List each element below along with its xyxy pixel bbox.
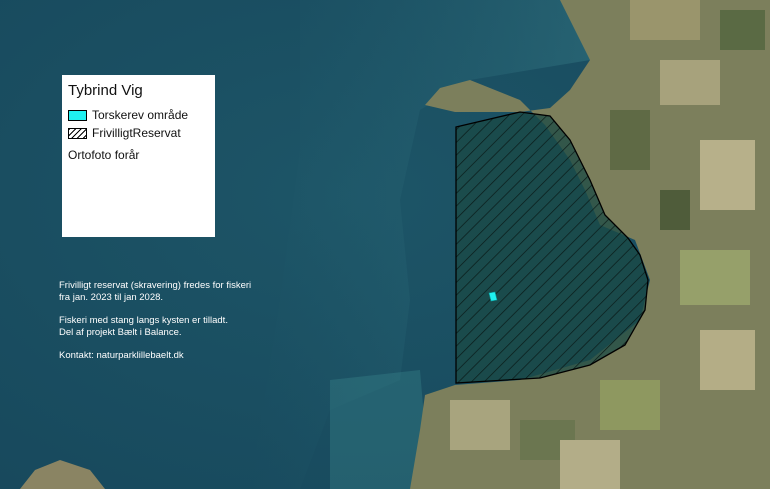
info-line: Kontakt: naturparklillebaelt.dk [59, 350, 184, 361]
field [630, 0, 700, 40]
map-legend: Tybrind Vig Torskerev område FrivilligtR… [62, 75, 215, 237]
info-paragraph-reserve: Frivilligt reservat (skravering) fredes … [59, 280, 279, 304]
legend-item-label: FrivilligtReservat [92, 126, 181, 140]
field [600, 380, 660, 430]
legend-title: Tybrind Vig [68, 82, 143, 99]
info-line: Fiskeri med stang langs kysten er tillad… [59, 315, 228, 326]
map-canvas[interactable] [0, 0, 770, 489]
field [700, 330, 755, 390]
legend-item-reserve: FrivilligtReservat [68, 126, 209, 140]
legend-item-label: Torskerev område [92, 108, 189, 122]
field [610, 110, 650, 170]
info-line: Frivilligt reservat (skravering) fredes … [59, 280, 252, 291]
legend-item-cod-reef: Torskerev område [68, 108, 209, 122]
info-line: fra jan. 2023 til jan 2028. [59, 292, 164, 303]
info-paragraph-contact: Kontakt: naturparklillebaelt.dk [59, 350, 279, 362]
info-text-block: Frivilligt reservat (skravering) fredes … [59, 280, 279, 373]
field [560, 440, 620, 489]
cyan-swatch-icon [68, 109, 87, 121]
legend-basemap-label: Ortofoto forår [68, 148, 140, 162]
info-paragraph-fishing: Fiskeri med stang langs kysten er tillad… [59, 315, 279, 339]
field [660, 60, 720, 105]
info-line: Del af projekt Bælt i Balance. [59, 327, 182, 338]
field [450, 400, 510, 450]
hatch-swatch-icon [68, 127, 87, 139]
field [660, 190, 690, 230]
field [680, 250, 750, 305]
field [700, 140, 755, 210]
field [720, 10, 765, 50]
